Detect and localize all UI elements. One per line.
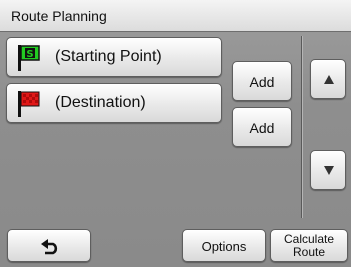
destination-flag-icon [18, 91, 40, 117]
add-waypoint-button-2[interactable]: Add [232, 107, 292, 147]
calculate-label-line2: Route [292, 245, 326, 259]
add-waypoint-button-1[interactable]: Add [232, 61, 292, 101]
calculate-route-button[interactable]: Calculate Route [270, 229, 348, 262]
title-bar: Route Planning [0, 0, 351, 32]
starting-point-label: (Starting Point) [55, 48, 162, 65]
route-planning-screen: Route Planning S (Starting Point) (Desti… [0, 0, 351, 267]
return-arrow-icon [41, 239, 58, 255]
divider [301, 36, 302, 218]
page-title: Route Planning [11, 8, 107, 24]
start-flag-letter: S [26, 49, 33, 60]
scroll-down-button[interactable] [310, 150, 346, 190]
triangle-down-icon [324, 166, 334, 175]
scroll-up-button[interactable] [310, 59, 346, 99]
destination-label: (Destination) [55, 94, 146, 111]
starting-point-button[interactable]: S (Starting Point) [6, 37, 222, 77]
options-button[interactable]: Options [182, 229, 266, 262]
start-flag-icon: S [18, 45, 40, 71]
destination-button[interactable]: (Destination) [6, 83, 222, 123]
triangle-up-icon [324, 75, 334, 84]
back-button[interactable] [7, 229, 91, 262]
